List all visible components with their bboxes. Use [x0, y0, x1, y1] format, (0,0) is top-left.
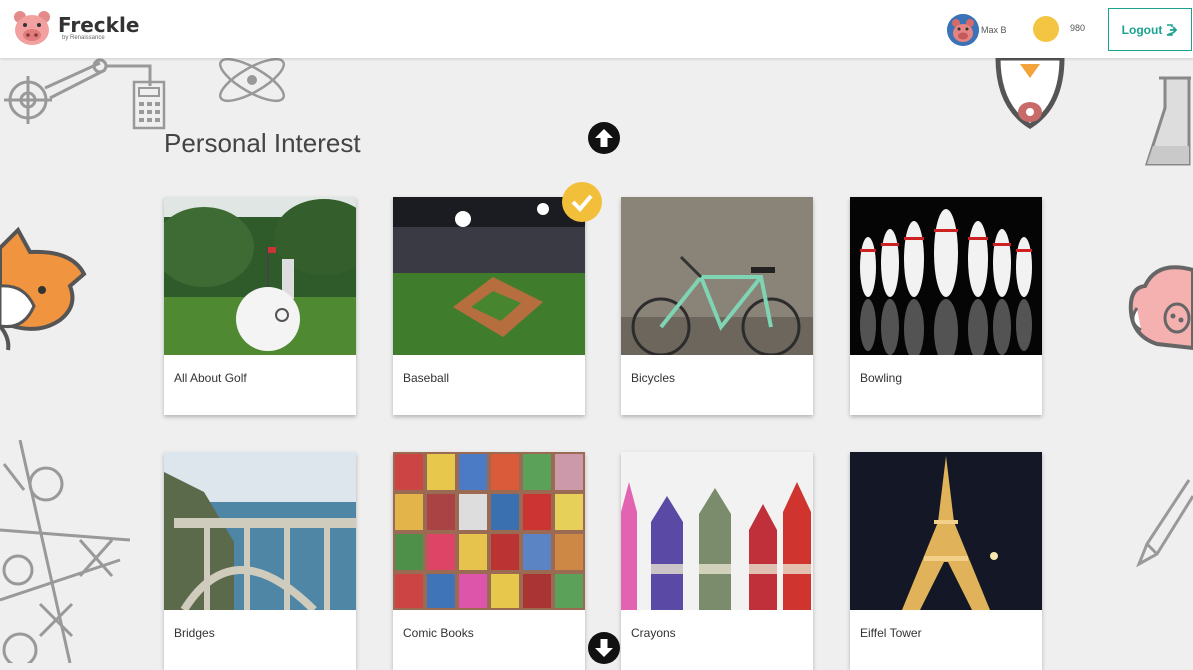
- topic-label: Eiffel Tower: [860, 626, 922, 640]
- topic-card-comic-books[interactable]: Comic Books: [393, 452, 585, 670]
- atom-doodle-icon: [219, 58, 285, 103]
- topic-label: Bicycles: [631, 371, 676, 385]
- topic-label: Bridges: [174, 626, 215, 640]
- topic-label: Comic Books: [403, 626, 474, 640]
- flask-doodle-icon: [1144, 76, 1191, 166]
- pig-avatar-icon: [947, 14, 979, 46]
- topic-image-bridges: [164, 452, 356, 610]
- arrow-up-icon: [595, 129, 613, 147]
- topic-image-comic-books: [393, 452, 585, 610]
- coin-count: 980: [1070, 23, 1086, 33]
- topic-label: Baseball: [403, 371, 450, 385]
- logout-label: Logout: [1121, 22, 1163, 37]
- pig-doodle-icon: [1128, 265, 1193, 351]
- topic-image-eiffel-tower: [850, 452, 1042, 610]
- topic-image-baseball: [393, 197, 585, 355]
- tic-tac-toe-doodle-icon: [0, 440, 130, 663]
- user-profile[interactable]: Max B: [947, 14, 1007, 46]
- top-bar: Freckle by Renaissance Max B 980 Logout: [0, 0, 1193, 58]
- calculator-doodle-icon: [132, 80, 166, 130]
- topic-card-crayons[interactable]: Crayons: [621, 452, 813, 670]
- topic-label: Bowling: [860, 371, 903, 385]
- brand-logo[interactable]: Freckle by Renaissance: [12, 10, 139, 46]
- topic-image-crayons: [621, 452, 813, 610]
- brand-name: Freckle: [58, 13, 140, 37]
- logout-button[interactable]: Logout: [1108, 8, 1192, 51]
- topic-card-golf[interactable]: All About Golf: [164, 197, 356, 415]
- avatar[interactable]: [947, 14, 979, 46]
- topic-image-bicycles: [621, 197, 813, 355]
- arrow-down-icon: [595, 639, 613, 657]
- checkmark-icon: [571, 194, 593, 212]
- topic-card-eiffel-tower[interactable]: Eiffel Tower: [850, 452, 1042, 670]
- selected-checkmark: [562, 182, 602, 222]
- topic-card-bicycles[interactable]: Bicycles: [621, 197, 813, 415]
- topic-card-bowling[interactable]: Bowling: [850, 197, 1042, 415]
- logout-icon: [1167, 23, 1178, 36]
- topic-label: All About Golf: [174, 371, 247, 385]
- topic-card-baseball[interactable]: Baseball: [393, 197, 585, 415]
- scroll-down-button[interactable]: [588, 632, 620, 664]
- fox-doodle-icon: [0, 226, 87, 351]
- scroll-up-button[interactable]: [588, 122, 620, 154]
- topic-image-golf: [164, 197, 356, 355]
- page-title: Personal Interest: [164, 128, 361, 158]
- penguin-doodle-icon: [995, 58, 1065, 129]
- topic-card-bridges[interactable]: Bridges: [164, 452, 356, 670]
- topic-label: Crayons: [631, 626, 676, 640]
- user-name: Max B: [981, 25, 1007, 35]
- pig-logo-icon: [14, 11, 50, 45]
- coin-icon: [1033, 16, 1059, 42]
- pencil-doodle-icon: [1136, 479, 1193, 568]
- topic-image-bowling: [850, 197, 1042, 355]
